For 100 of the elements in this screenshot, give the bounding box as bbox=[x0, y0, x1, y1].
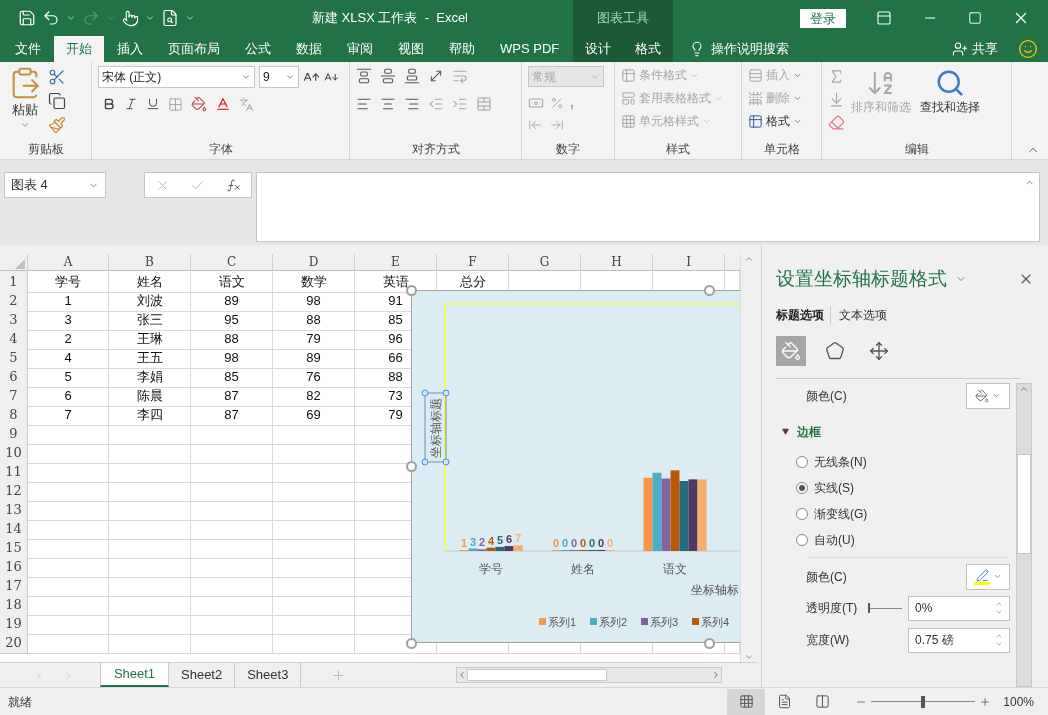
radio-button[interactable] bbox=[796, 481, 808, 494]
ribbon-tab[interactable]: 插入 bbox=[105, 36, 155, 62]
caret-icon[interactable] bbox=[185, 13, 195, 23]
cut-icon[interactable] bbox=[48, 68, 66, 86]
format-painter-icon[interactable] bbox=[48, 116, 66, 134]
font-name-field[interactable]: 宋体 (正文) bbox=[98, 66, 255, 88]
ribbon-tab[interactable]: WPS PDF bbox=[488, 36, 572, 62]
middle-align-icon[interactable] bbox=[380, 68, 396, 84]
column-header[interactable]: D bbox=[273, 254, 355, 271]
fill-color-button[interactable] bbox=[966, 382, 1010, 409]
row-header[interactable]: 7 bbox=[0, 385, 28, 407]
pane-tab[interactable]: 标题选项 bbox=[776, 305, 831, 324]
column-header[interactable]: I bbox=[653, 254, 725, 271]
radio-button[interactable] bbox=[796, 507, 808, 520]
share-icon[interactable] bbox=[952, 41, 968, 57]
tell-me-search[interactable]: 操作说明搜索 bbox=[711, 39, 789, 59]
width-field[interactable]: 0.75 磅 bbox=[908, 627, 1010, 653]
pen-icon[interactable] bbox=[975, 568, 989, 582]
scroll-thumb[interactable] bbox=[1017, 453, 1031, 554]
eraser-icon[interactable] bbox=[828, 114, 845, 131]
scroll-thumb[interactable] bbox=[467, 669, 608, 681]
bold-icon[interactable] bbox=[102, 97, 116, 111]
row-header[interactable]: 13 bbox=[0, 499, 28, 521]
ribbon-tab[interactable]: 数据 bbox=[284, 36, 334, 62]
row-header[interactable]: 4 bbox=[0, 328, 28, 350]
view-button[interactable] bbox=[727, 688, 766, 715]
ribbon-tab[interactable]: 审阅 bbox=[335, 36, 385, 62]
ribbon-tab[interactable]: 格式 bbox=[623, 36, 673, 62]
phonetic-icon[interactable] bbox=[239, 96, 254, 112]
resize-handle[interactable] bbox=[704, 285, 715, 296]
pane-scrollbar[interactable] bbox=[1016, 382, 1032, 687]
columns-icon[interactable] bbox=[814, 694, 830, 709]
row-header[interactable]: 11 bbox=[0, 461, 28, 483]
row-header[interactable]: 15 bbox=[0, 537, 28, 559]
bottom-align-icon[interactable] bbox=[404, 68, 420, 84]
section-header[interactable]: 边框 bbox=[797, 422, 821, 441]
italic-icon[interactable] bbox=[124, 97, 138, 111]
row-header[interactable]: 5 bbox=[0, 347, 28, 369]
row-header[interactable]: 16 bbox=[0, 556, 28, 578]
touch-mode-icon[interactable] bbox=[122, 9, 139, 27]
add-sheet-icon[interactable] bbox=[331, 667, 347, 683]
fill-icon[interactable] bbox=[828, 91, 845, 108]
cells-menu-button[interactable]: 格式 bbox=[766, 112, 790, 130]
smiley-icon[interactable] bbox=[1018, 39, 1038, 59]
caret-icon[interactable] bbox=[992, 391, 1001, 400]
font-color-icon[interactable] bbox=[215, 96, 231, 112]
row-header[interactable]: 14 bbox=[0, 518, 28, 540]
radio-button[interactable] bbox=[796, 533, 808, 546]
scroll-up-icon[interactable] bbox=[744, 254, 754, 264]
grid-icon[interactable] bbox=[738, 694, 754, 709]
decrease-decimal-icon[interactable] bbox=[550, 118, 564, 132]
ribbon-tab[interactable]: 开始 bbox=[54, 36, 104, 62]
table-rows-icon[interactable] bbox=[748, 113, 763, 129]
save-icon[interactable] bbox=[18, 9, 36, 27]
underline-icon[interactable] bbox=[146, 97, 160, 111]
row-header[interactable]: 17 bbox=[0, 575, 28, 597]
caret-icon[interactable] bbox=[993, 572, 1002, 581]
chart-area[interactable]: 1 3 2 4 5 6 7 学号 0 0 0 0 0 0 0 姓名 语文 坐标轴标 坐标轴标题 系列1 系列2 系列3 系列4 bbox=[411, 290, 740, 643]
share-button[interactable]: 共享 bbox=[972, 39, 998, 59]
ribbon-tab[interactable]: 文件 bbox=[3, 36, 53, 62]
scroll-down-icon[interactable] bbox=[744, 652, 754, 662]
ribbon-display-icon[interactable] bbox=[876, 10, 892, 26]
caret-icon[interactable] bbox=[66, 13, 76, 23]
font-size-field[interactable]: 9 bbox=[259, 66, 299, 88]
resize-handle[interactable] bbox=[406, 638, 417, 649]
row-header[interactable]: 6 bbox=[0, 366, 28, 388]
ribbon-tab[interactable]: 页面布局 bbox=[156, 36, 232, 62]
spin-down-icon[interactable] bbox=[995, 608, 1003, 616]
copy-icon[interactable] bbox=[48, 92, 66, 110]
zoom-in-icon[interactable] bbox=[979, 695, 992, 708]
resize-handle[interactable] bbox=[406, 461, 417, 472]
paste-button[interactable]: 粘贴 bbox=[12, 100, 38, 120]
decrease-indent-icon[interactable] bbox=[428, 96, 444, 112]
align-center-icon[interactable] bbox=[380, 96, 396, 112]
find-select-button[interactable]: 查找和选择 bbox=[920, 98, 980, 116]
transparency-slider[interactable] bbox=[868, 603, 902, 613]
row-header[interactable]: 10 bbox=[0, 442, 28, 464]
spin-down-icon[interactable] bbox=[995, 640, 1003, 648]
top-align-icon[interactable] bbox=[356, 68, 372, 84]
redo-icon[interactable] bbox=[82, 9, 100, 27]
lightbulb-icon[interactable] bbox=[689, 41, 705, 57]
row-header[interactable]: 1 bbox=[0, 271, 28, 293]
spin-up-icon[interactable] bbox=[995, 600, 1003, 608]
row-header[interactable]: 12 bbox=[0, 480, 28, 502]
axis-title-selection[interactable] bbox=[421, 389, 450, 466]
zoom-level[interactable]: 100% bbox=[991, 692, 1048, 711]
login-button[interactable]: 登录 bbox=[800, 8, 846, 28]
horizontal-axis-title[interactable]: 坐标轴标 bbox=[691, 583, 739, 597]
line-color-button[interactable] bbox=[966, 563, 1010, 590]
fill-color-icon[interactable] bbox=[191, 96, 207, 112]
table-style-icon[interactable] bbox=[621, 113, 636, 129]
increase-decimal-icon[interactable] bbox=[528, 118, 542, 132]
merge-cells-icon[interactable] bbox=[476, 96, 492, 112]
row-header[interactable]: 8 bbox=[0, 404, 28, 426]
table-style-icon[interactable] bbox=[621, 90, 636, 106]
border-icon[interactable] bbox=[168, 96, 183, 112]
expand-triangle-icon[interactable] bbox=[782, 428, 789, 435]
ribbon-tab[interactable]: 设计 bbox=[573, 36, 623, 62]
undo-icon[interactable] bbox=[42, 9, 60, 27]
sheet-tab[interactable]: Sheet1 bbox=[100, 663, 169, 687]
